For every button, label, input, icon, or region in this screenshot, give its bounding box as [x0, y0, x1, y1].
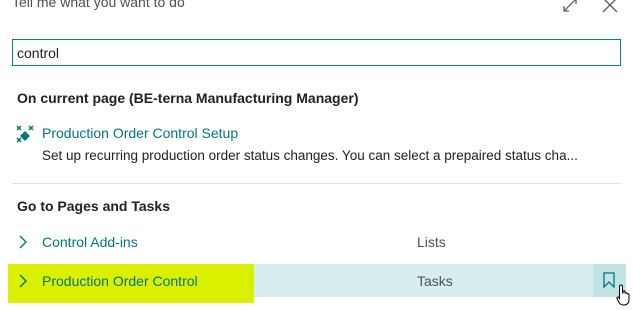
chevron-right-icon: [18, 235, 28, 249]
result-title[interactable]: Production Order Control Setup: [42, 125, 238, 141]
list-item-label[interactable]: Control Add-ins: [42, 234, 138, 250]
list-item-label[interactable]: Production Order Control: [42, 273, 198, 289]
hand-cursor-icon: [616, 284, 632, 306]
expand-icon[interactable]: [561, 0, 579, 14]
dialog-title: Tell me what you want to do: [12, 0, 185, 10]
result-item-production-order-control-setup[interactable]: Production Order Control Setup Set up re…: [12, 119, 612, 167]
list-item-production-order-control[interactable]: Production Order Control Tasks: [8, 264, 626, 303]
setup-icon: [16, 125, 34, 143]
pages-tasks-header: Go to Pages and Tasks: [17, 198, 171, 214]
tell-me-dialog: Tell me what you want to do On current p…: [0, 0, 633, 310]
title-actions: [561, 0, 619, 14]
section-divider: [12, 183, 621, 184]
close-icon[interactable]: [601, 0, 619, 14]
result-description: Set up recurring production order status…: [42, 148, 578, 163]
current-page-header: On current page (BE-terna Manufacturing …: [17, 90, 359, 106]
list-item-category: Tasks: [417, 273, 453, 289]
list-item-control-add-ins[interactable]: Control Add-ins Lists: [8, 225, 626, 258]
list-item-category: Lists: [417, 234, 446, 250]
chevron-right-icon: [18, 274, 28, 288]
bookmark-icon: [603, 272, 615, 288]
search-input[interactable]: [12, 39, 621, 66]
